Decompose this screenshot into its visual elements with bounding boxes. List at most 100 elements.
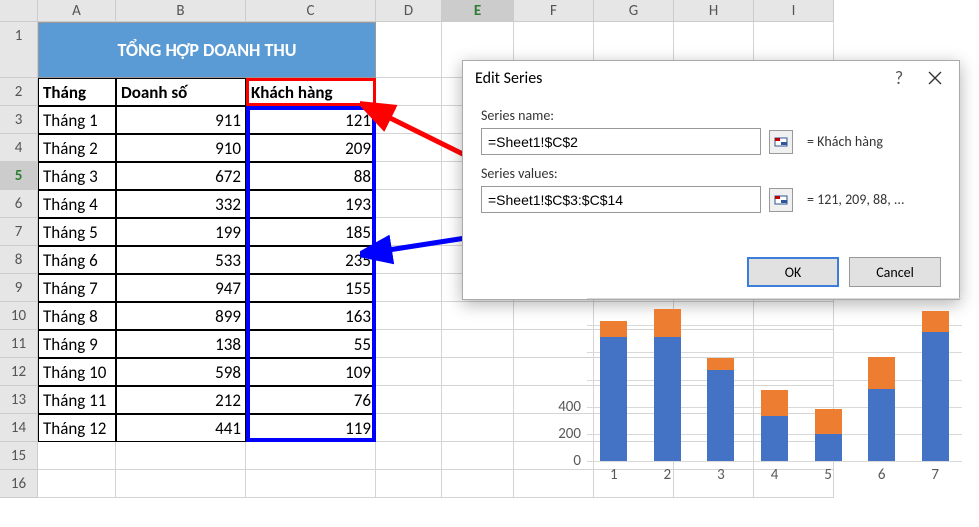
empty-cell[interactable]: [376, 330, 442, 358]
cancel-button[interactable]: Cancel: [849, 257, 941, 287]
table-cell[interactable]: 441: [116, 414, 246, 442]
ok-button[interactable]: OK: [747, 257, 839, 287]
table-cell[interactable]: Tháng 10: [38, 358, 116, 386]
empty-cell[interactable]: [376, 22, 442, 78]
table-header-a[interactable]: Tháng: [38, 78, 116, 106]
empty-cell[interactable]: [116, 442, 246, 470]
row-header-16[interactable]: 16: [0, 470, 38, 498]
table-cell[interactable]: 899: [116, 302, 246, 330]
table-cell[interactable]: 76: [246, 386, 376, 414]
empty-cell[interactable]: [442, 330, 514, 358]
table-cell[interactable]: 947: [116, 274, 246, 302]
row-header-9[interactable]: 9: [0, 274, 38, 302]
empty-cell[interactable]: [376, 162, 442, 190]
table-cell[interactable]: Tháng 12: [38, 414, 116, 442]
table-cell[interactable]: 109: [246, 358, 376, 386]
empty-cell[interactable]: [376, 358, 442, 386]
row-header-7[interactable]: 7: [0, 218, 38, 246]
table-cell[interactable]: 910: [116, 134, 246, 162]
table-cell[interactable]: 209: [246, 134, 376, 162]
empty-cell[interactable]: [376, 78, 442, 106]
table-header-c[interactable]: Khách hàng: [246, 78, 376, 106]
col-header-D[interactable]: D: [376, 0, 442, 22]
col-header-E[interactable]: E: [442, 0, 514, 22]
table-cell[interactable]: Tháng 4: [38, 190, 116, 218]
table-cell[interactable]: 155: [246, 274, 376, 302]
series-values-input[interactable]: [481, 186, 761, 213]
empty-cell[interactable]: [376, 414, 442, 442]
table-cell[interactable]: Tháng 1: [38, 106, 116, 134]
table-cell[interactable]: 138: [116, 330, 246, 358]
table-cell[interactable]: Tháng 3: [38, 162, 116, 190]
dialog-help-button[interactable]: ?: [883, 63, 915, 93]
table-cell[interactable]: 163: [246, 302, 376, 330]
row-header-10[interactable]: 10: [0, 302, 38, 330]
empty-cell[interactable]: [38, 470, 116, 498]
dialog-close-button[interactable]: [919, 63, 951, 93]
empty-cell[interactable]: [442, 442, 514, 470]
table-cell[interactable]: 199: [116, 218, 246, 246]
row-header-4[interactable]: 4: [0, 134, 38, 162]
empty-cell[interactable]: [376, 386, 442, 414]
empty-cell[interactable]: [376, 274, 442, 302]
title-merged-cell[interactable]: TỔNG HỢP DOANH THU: [38, 22, 376, 78]
row-header-13[interactable]: 13: [0, 386, 38, 414]
table-cell[interactable]: 193: [246, 190, 376, 218]
empty-cell[interactable]: [442, 302, 514, 330]
empty-cell[interactable]: [376, 218, 442, 246]
empty-cell[interactable]: [442, 386, 514, 414]
table-header-b[interactable]: Doanh số: [116, 78, 246, 106]
table-cell[interactable]: 598: [116, 358, 246, 386]
table-cell[interactable]: 185: [246, 218, 376, 246]
empty-cell[interactable]: [442, 414, 514, 442]
empty-cell[interactable]: [116, 470, 246, 498]
series-name-input[interactable]: [481, 128, 761, 155]
col-header-B[interactable]: B: [116, 0, 246, 22]
empty-cell[interactable]: [376, 246, 442, 274]
empty-cell[interactable]: [376, 302, 442, 330]
row-header-5[interactable]: 5: [0, 162, 38, 190]
row-header-2[interactable]: 2: [0, 78, 38, 106]
table-cell[interactable]: 88: [246, 162, 376, 190]
table-cell[interactable]: 911: [116, 106, 246, 134]
series-name-refedit-button[interactable]: [769, 130, 793, 154]
empty-cell[interactable]: [376, 470, 442, 498]
col-header-A[interactable]: A: [38, 0, 116, 22]
row-header-12[interactable]: 12: [0, 358, 38, 386]
col-header-F[interactable]: F: [514, 0, 594, 22]
col-header-G[interactable]: G: [594, 0, 674, 22]
row-header-3[interactable]: 3: [0, 106, 38, 134]
table-cell[interactable]: Tháng 7: [38, 274, 116, 302]
col-header-I[interactable]: I: [754, 0, 834, 22]
row-header-11[interactable]: 11: [0, 330, 38, 358]
table-cell[interactable]: Tháng 11: [38, 386, 116, 414]
bar-chart[interactable]: 02004001234567: [537, 298, 967, 518]
table-cell[interactable]: 672: [116, 162, 246, 190]
empty-cell[interactable]: [376, 106, 442, 134]
empty-cell[interactable]: [246, 442, 376, 470]
row-header-6[interactable]: 6: [0, 190, 38, 218]
empty-cell[interactable]: [442, 470, 514, 498]
table-cell[interactable]: 533: [116, 246, 246, 274]
row-header-1[interactable]: 1: [0, 22, 38, 78]
table-cell[interactable]: Tháng 5: [38, 218, 116, 246]
table-cell[interactable]: Tháng 9: [38, 330, 116, 358]
table-cell[interactable]: Tháng 2: [38, 134, 116, 162]
table-cell[interactable]: 212: [116, 386, 246, 414]
table-cell[interactable]: Tháng 8: [38, 302, 116, 330]
table-cell[interactable]: 55: [246, 330, 376, 358]
col-header-C[interactable]: C: [246, 0, 376, 22]
empty-cell[interactable]: [376, 134, 442, 162]
row-header-15[interactable]: 15: [0, 442, 38, 470]
empty-cell[interactable]: [376, 442, 442, 470]
table-cell[interactable]: 121: [246, 106, 376, 134]
table-cell[interactable]: 235: [246, 246, 376, 274]
col-header-H[interactable]: H: [674, 0, 754, 22]
empty-cell[interactable]: [38, 442, 116, 470]
select-all-corner[interactable]: [0, 0, 38, 22]
empty-cell[interactable]: [442, 358, 514, 386]
empty-cell[interactable]: [376, 190, 442, 218]
empty-cell[interactable]: [246, 470, 376, 498]
table-cell[interactable]: Tháng 6: [38, 246, 116, 274]
row-header-14[interactable]: 14: [0, 414, 38, 442]
